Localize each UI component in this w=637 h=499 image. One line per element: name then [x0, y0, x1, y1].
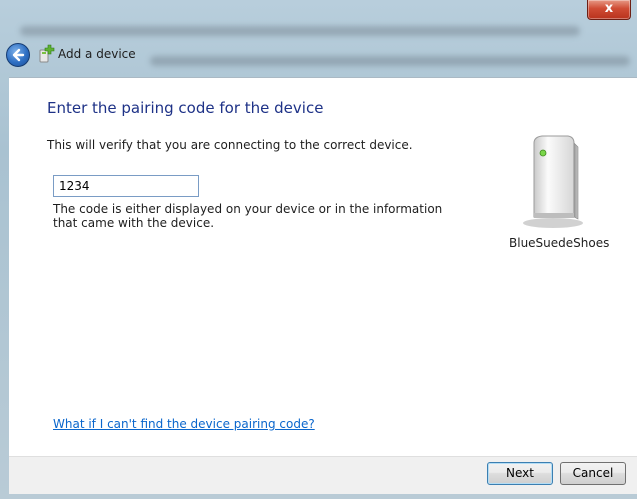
pairing-code-hint: The code is either displayed on your dev…: [53, 202, 443, 230]
device-tower-icon: [523, 135, 583, 228]
device-name-label: BlueSuedeShoes: [509, 236, 610, 250]
blurred-background-text: [20, 26, 580, 36]
next-button[interactable]: Next: [487, 462, 553, 485]
back-arrow-icon: [12, 48, 25, 62]
cancel-button[interactable]: Cancel: [560, 462, 626, 485]
blurred-background-text: [150, 56, 630, 66]
pairing-code-input[interactable]: [53, 175, 199, 197]
back-button[interactable]: [6, 43, 30, 67]
page-heading: Enter the pairing code for the device: [47, 99, 324, 117]
page-description: This will verify that you are connecting…: [47, 138, 413, 152]
pairing-code-help-link[interactable]: What if I can't find the device pairing …: [53, 417, 315, 431]
add-device-icon: [39, 44, 55, 63]
close-button[interactable]: x: [587, 0, 631, 20]
window-title: Add a device: [58, 47, 136, 61]
